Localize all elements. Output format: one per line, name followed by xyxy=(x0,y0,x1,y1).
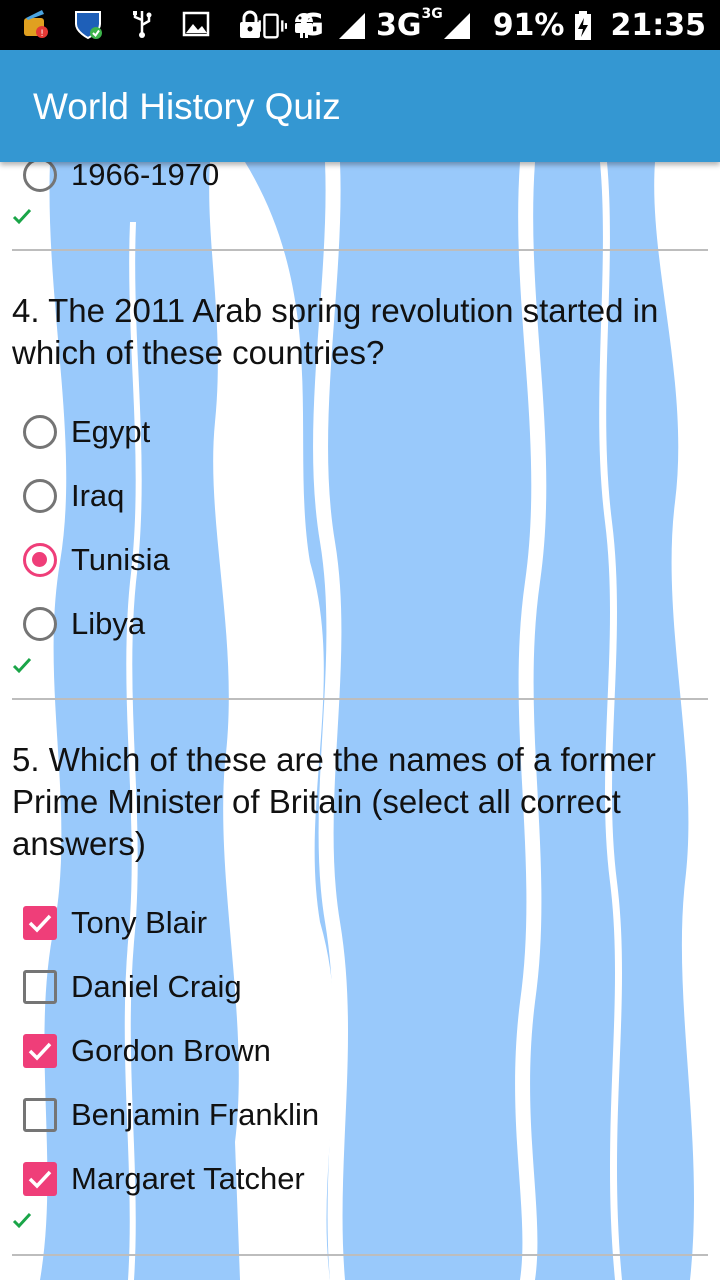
radio-button[interactable] xyxy=(23,479,57,513)
option-label: Libya xyxy=(71,606,146,641)
q4-option-egypt[interactable]: Egypt xyxy=(23,408,150,456)
signal-icon xyxy=(441,10,473,42)
question-5-text: 5. Which of these are the names of a for… xyxy=(12,741,656,862)
partial-option-row[interactable]: 1966-1970 xyxy=(23,162,219,199)
correct-check-icon xyxy=(12,208,32,225)
divider xyxy=(12,698,708,700)
checkbox[interactable] xyxy=(23,970,57,1004)
option-label: Egypt xyxy=(71,414,151,449)
cleaner-icon: ! xyxy=(18,8,50,40)
vibrate-icon xyxy=(255,10,288,42)
q5-option-margaret-tatcher[interactable]: Margaret Tatcher xyxy=(23,1155,305,1203)
battery-percent: 91% xyxy=(492,8,565,43)
radio-button[interactable] xyxy=(23,415,57,449)
radio-button[interactable] xyxy=(23,607,57,641)
option-label: Benjamin Franklin xyxy=(71,1097,320,1132)
correct-check-icon xyxy=(12,1212,32,1229)
app-bar: World History Quiz xyxy=(0,50,720,162)
q5-option-tony-blair[interactable]: Tony Blair xyxy=(23,899,207,947)
status-bar: ! G 3G3G 91% 21:35 xyxy=(0,0,720,50)
clock: 21:35 xyxy=(610,8,707,43)
q4-option-tunisia[interactable]: Tunisia xyxy=(23,536,170,584)
question-4-text: 4. The 2011 Arab spring revolution start… xyxy=(12,292,659,371)
checkmark-icon xyxy=(28,1042,52,1061)
checkbox[interactable] xyxy=(23,1098,57,1132)
radio-button-selected[interactable] xyxy=(23,543,57,577)
option-label: Tony Blair xyxy=(71,905,208,940)
q5-option-daniel-craig[interactable]: Daniel Craig xyxy=(23,963,242,1011)
divider xyxy=(12,1254,708,1256)
option-label: Daniel Craig xyxy=(71,969,242,1004)
q4-option-libya[interactable]: Libya xyxy=(23,600,145,648)
image-icon xyxy=(180,8,212,40)
q5-option-gordon-brown[interactable]: Gordon Brown xyxy=(23,1027,271,1075)
network-3g-label: 3G xyxy=(375,8,422,43)
signal-icon xyxy=(336,10,368,42)
quiz-scroll-view[interactable]: 1966-1970 4. The 2011 Arab spring revolu… xyxy=(0,162,720,1280)
app-title: World History Quiz xyxy=(33,86,341,127)
option-label: Tunisia xyxy=(71,542,170,577)
network-3g-sup: 3G xyxy=(421,6,443,22)
checkmark-icon xyxy=(28,914,52,933)
checkbox-checked[interactable] xyxy=(23,1034,57,1068)
option-label: Iraq xyxy=(71,478,125,513)
checkbox-checked[interactable] xyxy=(23,906,57,940)
radio-button[interactable] xyxy=(23,162,57,192)
battery-charging-icon xyxy=(567,10,599,42)
option-label: Gordon Brown xyxy=(71,1033,271,1068)
option-label: Margaret Tatcher xyxy=(71,1161,305,1196)
checkmark-icon xyxy=(28,1170,52,1189)
svg-text:!: ! xyxy=(40,29,44,39)
divider xyxy=(12,249,708,251)
q4-option-iraq[interactable]: Iraq xyxy=(23,472,124,520)
usb-icon xyxy=(126,8,158,40)
shield-icon xyxy=(72,8,104,40)
correct-check-icon xyxy=(12,657,32,674)
q5-option-benjamin-franklin[interactable]: Benjamin Franklin xyxy=(23,1091,319,1139)
checkbox-checked[interactable] xyxy=(23,1162,57,1196)
network-type-label: G xyxy=(299,8,324,43)
option-label: 1966-1970 xyxy=(71,162,220,192)
